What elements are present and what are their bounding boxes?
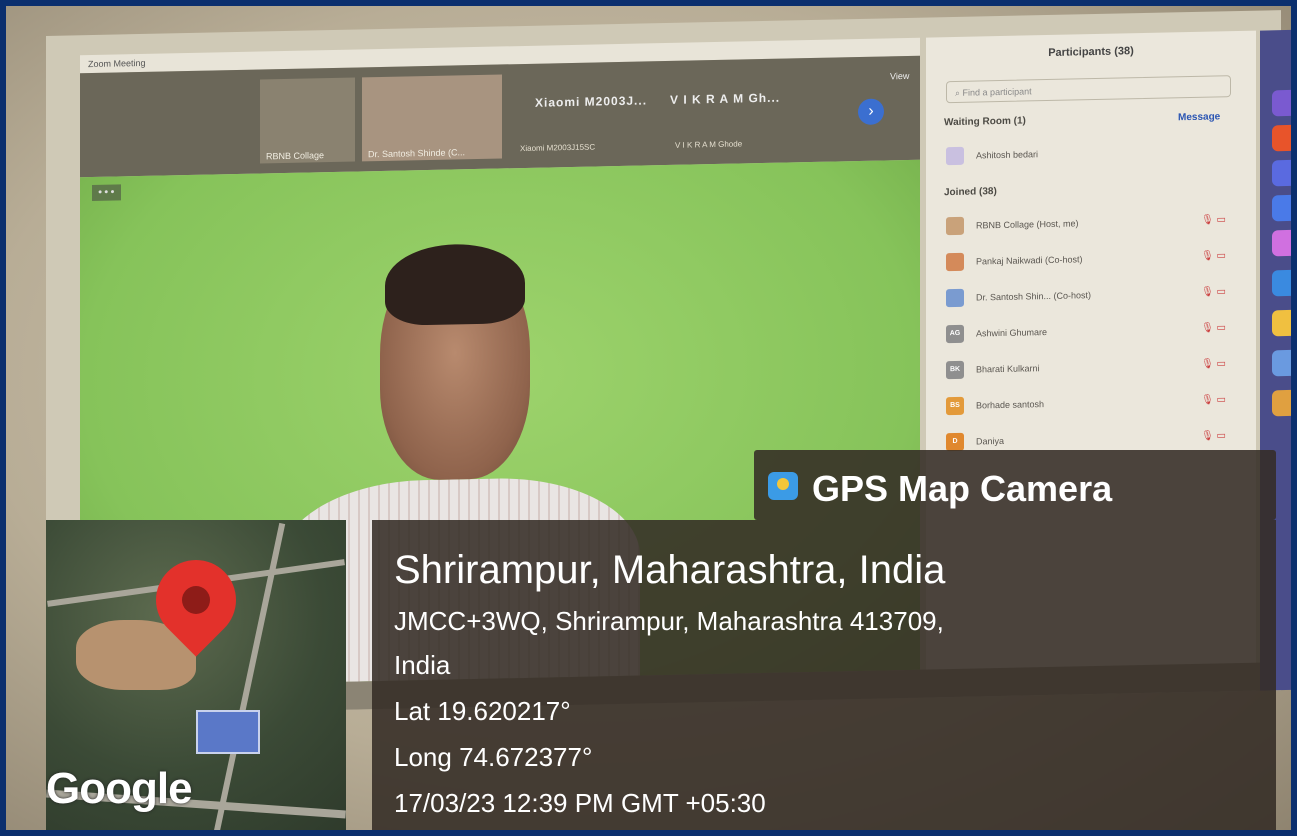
mic-video-status-icon[interactable]: 🎙 ▭: [1201, 214, 1226, 226]
gps-banner: GPS Map Camera: [754, 450, 1276, 520]
message-button[interactable]: Message: [1178, 111, 1220, 123]
avatar: [946, 288, 964, 308]
thumbnail-name: Xiaomi M2003J...: [535, 93, 648, 110]
location-title: Shrirampur, Maharashtra, India: [394, 548, 946, 592]
mic-video-status-icon[interactable]: 🎙 ▭: [1201, 430, 1226, 442]
waiting-row[interactable]: Ashitosh bedari: [946, 141, 1236, 171]
window-title: Zoom Meeting: [88, 57, 146, 70]
mic-video-status-icon[interactable]: 🎙 ▭: [1201, 250, 1226, 262]
avatar: [946, 216, 964, 236]
location-pin-dot: [182, 586, 210, 614]
view-button[interactable]: View: [890, 71, 909, 81]
location-info-box: Shrirampur, Maharashtra, India JMCC+3WQ,…: [372, 520, 1276, 830]
thumbnail-sublabel: V I K R A M Ghode: [675, 139, 743, 150]
thumbnail-strip: RBNB Collage Dr. Santosh Shinde (C... Xi…: [80, 55, 920, 178]
map-brand: Google: [46, 764, 193, 813]
search-placeholder: Find a participant: [962, 86, 1032, 98]
app-icon[interactable]: [1272, 89, 1291, 117]
participant-name: Bharati Kulkarni: [976, 363, 1040, 375]
app-icon[interactable]: [1272, 229, 1291, 257]
participant-row[interactable]: RBNB Collage (Host, me) 🎙 ▭: [946, 211, 1236, 241]
waiting-room-label[interactable]: Waiting Room (1): [944, 115, 1026, 128]
map-building: [196, 710, 260, 754]
gps-banner-text: GPS Map Camera: [812, 468, 1113, 509]
participant-row[interactable]: Pankaj Naikwadi (Co-host) 🎙 ▭: [946, 247, 1236, 277]
participant-name: Ashwini Ghumare: [976, 327, 1048, 339]
thumbnail-1[interactable]: RBNB Collage: [260, 77, 355, 164]
map-road: [212, 522, 286, 830]
avatar: AG: [946, 324, 964, 344]
participant-name: Ashitosh bedari: [976, 149, 1039, 161]
avatar: BS: [946, 396, 964, 416]
address-line-2: India: [394, 650, 451, 680]
participant-row[interactable]: Dr. Santosh Shin... (Co-host) 🎙 ▭: [946, 283, 1236, 313]
participant-name: Dr. Santosh Shin... (Co-host): [976, 290, 1092, 303]
participant-row[interactable]: BS Borhade santosh 🎙 ▭: [946, 391, 1236, 421]
participants-title: Participants (38): [1048, 45, 1134, 60]
avatar: D: [946, 432, 964, 452]
mic-video-status-icon[interactable]: 🎙 ▭: [1201, 322, 1226, 334]
app-icon[interactable]: [1272, 269, 1291, 297]
longitude: Long 74.672377°: [394, 742, 593, 772]
app-icon[interactable]: [1272, 389, 1291, 417]
thumbnail-sublabel: Xiaomi M2003J15SC: [520, 142, 596, 154]
app-icon[interactable]: [1272, 159, 1291, 187]
avatar: [946, 146, 964, 166]
latitude: Lat 19.620217°: [394, 696, 571, 726]
participant-row[interactable]: AG Ashwini Ghumare 🎙 ▭: [946, 319, 1236, 349]
app-icon[interactable]: [1272, 309, 1291, 337]
thumbnail-2[interactable]: Dr. Santosh Shinde (C...: [362, 74, 502, 162]
avatar: [946, 252, 964, 272]
mic-video-status-icon[interactable]: 🎙 ▭: [1201, 286, 1226, 298]
thumbnail-label: Dr. Santosh Shinde (C...: [368, 147, 466, 160]
participant-row[interactable]: BK Bharati Kulkarni 🎙 ▭: [946, 355, 1236, 385]
app-icon[interactable]: [1272, 194, 1291, 222]
camera-icon: [768, 472, 798, 500]
mic-video-status-icon[interactable]: 🎙 ▭: [1201, 358, 1226, 370]
speaker-hair: [385, 242, 525, 326]
mic-video-status-icon[interactable]: 🎙 ▭: [1201, 394, 1226, 406]
search-icon: ⌕: [955, 87, 963, 98]
participant-name: Daniya: [976, 435, 1005, 447]
photo: Zoom Meeting RBNB Collage Dr. Santosh Sh…: [6, 6, 1291, 830]
participant-search-input[interactable]: ⌕ Find a participant: [946, 75, 1231, 104]
participant-name: Borhade santosh: [976, 399, 1045, 411]
participant-list: RBNB Collage (Host, me) 🎙 ▭ Pankaj Naikwad…: [926, 31, 1256, 452]
avatar: BK: [946, 360, 964, 380]
datetime: 17/03/23 12:39 PM GMT +05:30: [394, 788, 766, 818]
app-icon[interactable]: [1272, 349, 1291, 377]
recording-indicator: ● ● ●: [92, 184, 121, 202]
joined-label[interactable]: Joined (38): [944, 186, 997, 198]
map-thumbnail: Google: [46, 520, 346, 830]
next-page-button[interactable]: ›: [858, 98, 884, 125]
participant-name: Pankaj Naikwadi (Co-host): [976, 254, 1083, 267]
thumbnail-label: RBNB Collage: [266, 150, 325, 162]
thumbnail-name: V I K R A M Gh...: [670, 90, 781, 107]
address-line-1: JMCC+3WQ, Shrirampur, Maharashtra 413709…: [394, 606, 944, 636]
participant-name: RBNB Collage (Host, me): [976, 218, 1079, 231]
app-icon[interactable]: [1272, 124, 1291, 152]
